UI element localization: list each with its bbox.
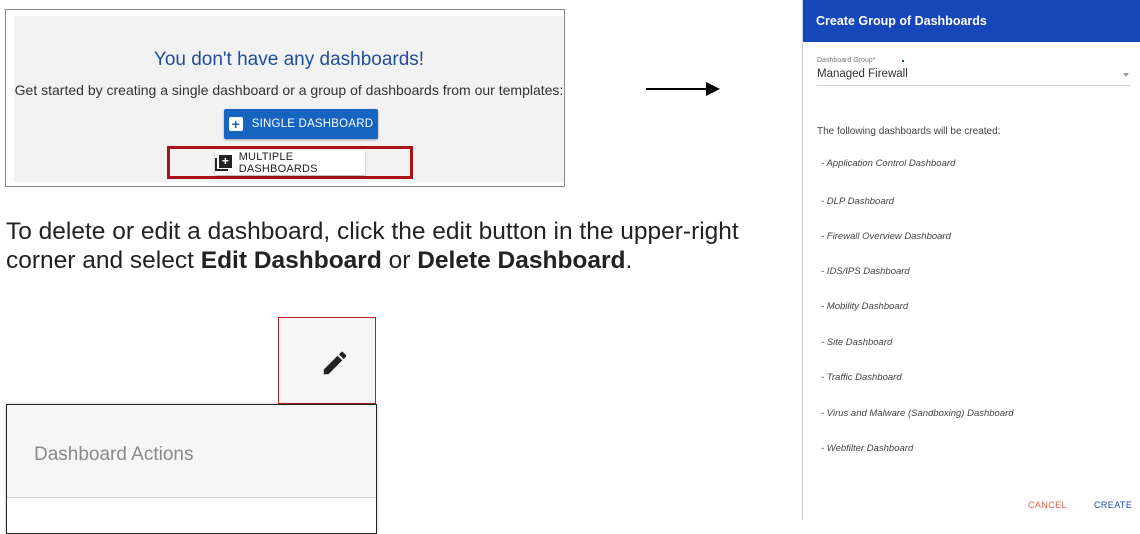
dashboard-list-item: - Mobility Dashboard <box>821 301 909 312</box>
empty-state-subtitle: Get started by creating a single dashboa… <box>14 82 564 98</box>
library-add-icon: + <box>215 154 232 172</box>
instruction-end: . <box>625 247 633 274</box>
dashboard-actions-menu: Dashboard Actions <box>6 404 377 534</box>
pencil-icon[interactable] <box>320 348 350 378</box>
dashboard-list-item: - Site Dashboard <box>821 337 893 348</box>
empty-state-screenshot: You don't have any dashboards! Get start… <box>5 9 565 187</box>
dialog-title: Create Group of Dashboards <box>816 14 987 28</box>
edit-dashboard-bold: Edit Dashboard <box>200 247 382 274</box>
dashboard-group-select[interactable]: Managed Firewall <box>817 68 908 80</box>
create-button[interactable]: CREATE <box>1094 500 1132 510</box>
dashboard-list-item: - Traffic Dashboard <box>821 372 902 383</box>
delete-dashboard-bold: Delete Dashboard <box>417 247 626 274</box>
instruction-or: or <box>381 247 418 274</box>
single-dashboard-label: SINGLE DASHBOARD <box>251 118 374 130</box>
dashboard-group-label: Dashboard Group* <box>817 57 876 64</box>
empty-state-title: You don't have any dashboards! <box>153 49 425 70</box>
create-group-dialog: Create Group of Dashboards Dashboard Gro… <box>802 0 1140 520</box>
chevron-down-icon[interactable] <box>1123 73 1129 77</box>
select-underline <box>817 85 1130 86</box>
dashboard-list-item: - Application Control Dashboard <box>821 158 956 169</box>
arrow-line <box>646 88 708 90</box>
multiple-dashboards-label: MULTIPLE DASHBOARDS <box>238 151 318 175</box>
empty-state-panel: You don't have any dashboards! Get start… <box>14 16 564 182</box>
edit-button-highlight[interactable] <box>278 317 376 404</box>
dashboard-actions-header: Dashboard Actions <box>7 405 376 498</box>
dashboard-list-item: - Firewall Overview Dashboard <box>821 231 951 242</box>
field-marker <box>902 60 904 62</box>
arrow-right-icon <box>706 82 720 96</box>
single-dashboard-button[interactable]: + SINGLE DASHBOARD <box>224 109 378 139</box>
dialog-header: Create Group of Dashboards <box>803 0 1140 42</box>
dashboard-list-item: - IDS/IPS Dashboard <box>821 266 910 277</box>
dashboards-intro: The following dashboards will be created… <box>817 126 1001 137</box>
dashboard-list-item: - Virus and Malware (Sandboxing) Dashboa… <box>821 408 1014 419</box>
dashboard-actions-title: Dashboard Actions <box>34 444 194 465</box>
instruction-text: To delete or edit a dashboard, click the… <box>6 217 746 275</box>
plus-box-icon: + <box>228 117 243 131</box>
cancel-button[interactable]: CANCEL <box>1028 500 1067 510</box>
dashboard-list-item: - Webfilter Dashboard <box>821 443 914 454</box>
multiple-dashboards-highlight: + MULTIPLE DASHBOARDS <box>167 146 413 179</box>
multiple-dashboards-button[interactable]: + MULTIPLE DASHBOARDS <box>215 151 365 175</box>
dashboard-list-item: - DLP Dashboard <box>821 196 895 207</box>
